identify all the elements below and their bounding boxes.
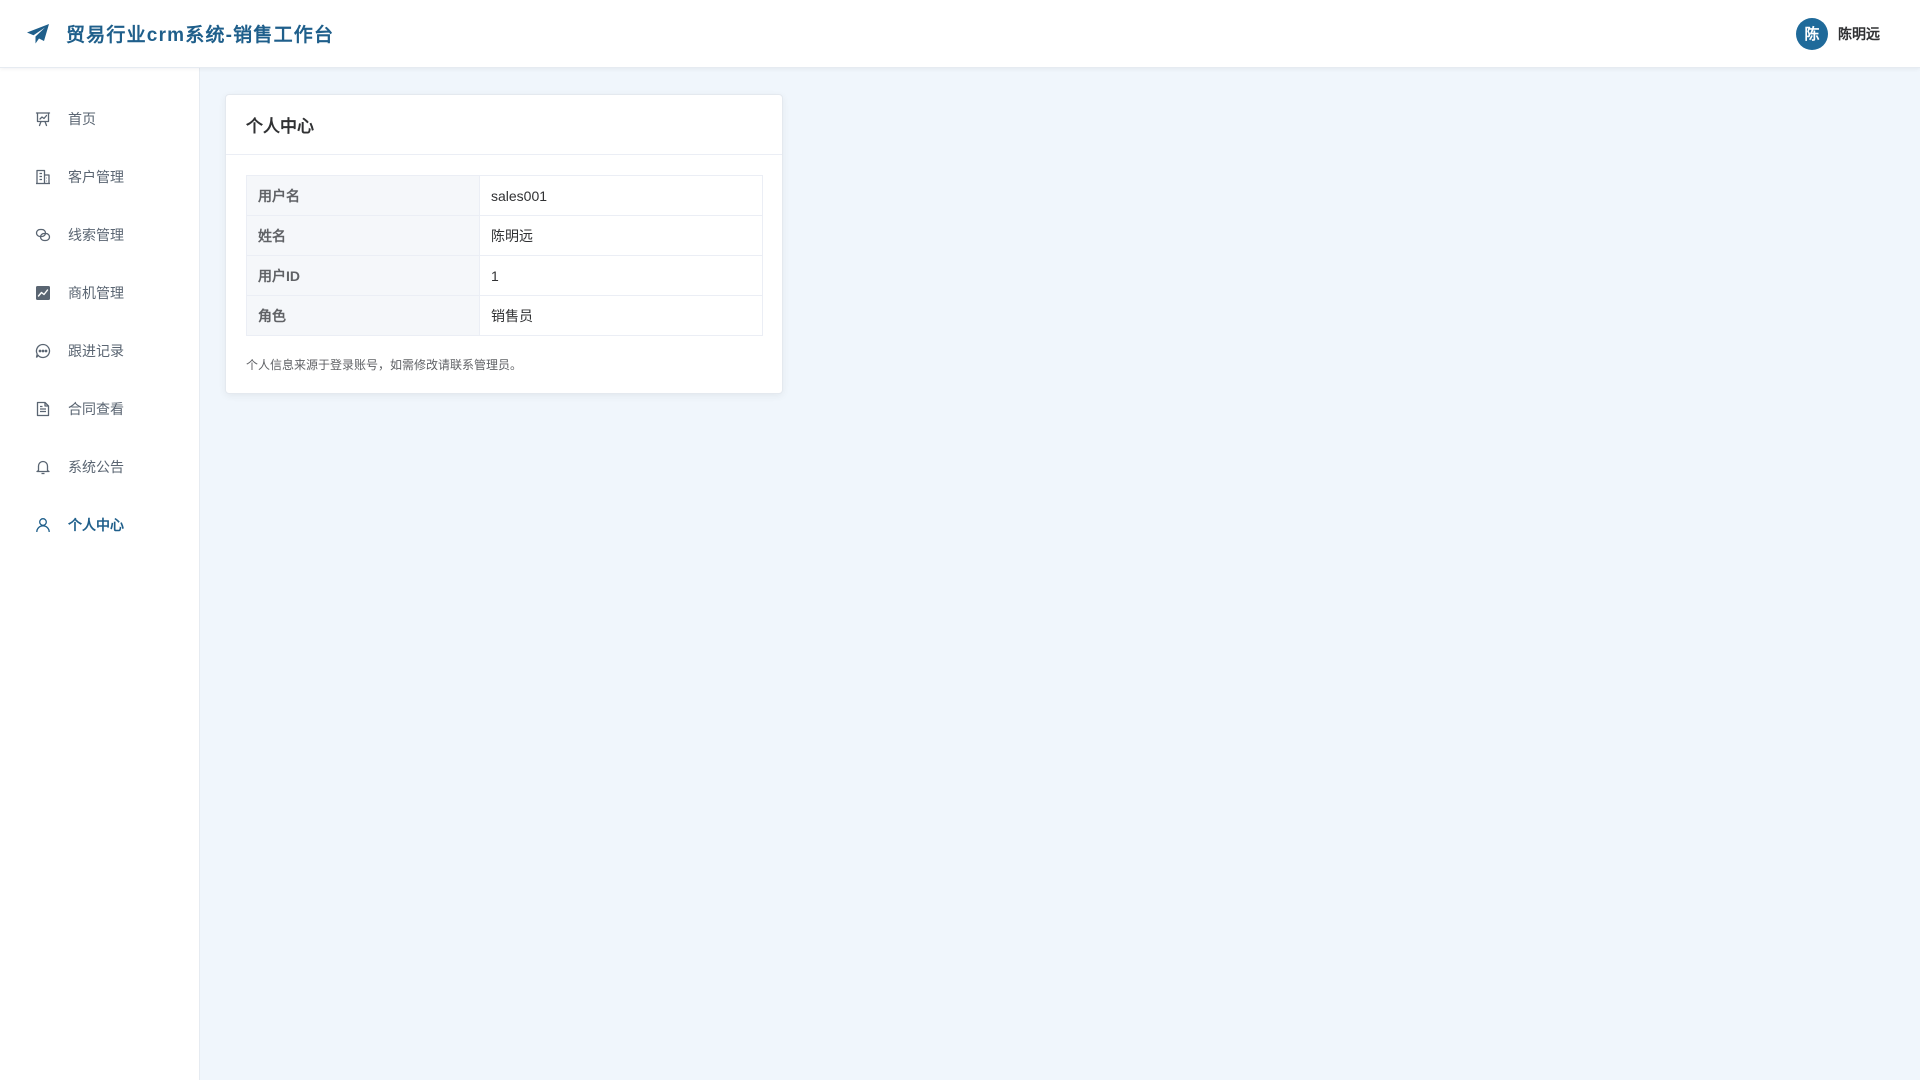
sidebar-item-label: 首页 [68,111,96,127]
card-title: 个人中心 [226,95,782,155]
user-icon [35,517,51,533]
sidebar-item-profile[interactable]: 个人中心 [0,496,199,554]
sidebar-item-label: 个人中心 [68,517,124,533]
paper-plane-icon [26,22,50,46]
table-row: 用户名 sales001 [246,175,763,216]
user-name[interactable]: 陈明远 [1838,24,1880,44]
row-value: 销售员 [479,295,763,336]
profile-table: 用户名 sales001 姓名 陈明远 用户ID 1 角色 销售员 [246,175,763,336]
sidebar-item-label: 跟进记录 [68,343,124,359]
row-label: 角色 [246,295,480,336]
avatar[interactable]: 陈 [1796,17,1828,50]
sidebar-item-followups[interactable]: 跟进记录 [0,322,199,380]
sidebar-item-leads[interactable]: 线索管理 [0,206,199,264]
row-label: 用户名 [246,175,480,216]
sidebar-item-label: 系统公告 [68,459,124,475]
document-icon [35,401,51,417]
card-body: 用户名 sales001 姓名 陈明远 用户ID 1 角色 销售员 个人信息来源… [226,155,782,393]
app-title: 贸易行业crm系统-销售工作台 [66,25,335,46]
row-value: sales001 [479,175,763,216]
sidebar-item-label: 合同查看 [68,401,124,417]
chat-icon [35,343,51,359]
main-content: 个人中心 用户名 sales001 姓名 陈明远 用户ID 1 角色 销售员 个… [225,94,783,394]
row-value: 陈明远 [479,215,763,256]
sidebar: 首页 客户管理 线索管理 商机管理 跟进记录 合同查看 系统公告 个人中心 [0,68,200,1080]
sidebar-item-contracts[interactable]: 合同查看 [0,380,199,438]
top-header: 贸易行业crm系统-销售工作台 陈 陈明远 [0,0,1920,68]
sidebar-item-home[interactable]: 首页 [0,90,199,148]
brand[interactable]: 贸易行业crm系统-销售工作台 [26,20,334,47]
row-label: 用户ID [246,255,480,296]
table-row: 角色 销售员 [246,295,763,336]
sidebar-item-label: 商机管理 [68,285,124,301]
chart-icon [35,285,51,301]
profile-card: 个人中心 用户名 sales001 姓名 陈明远 用户ID 1 角色 销售员 个… [225,94,783,394]
table-row: 姓名 陈明远 [246,215,763,256]
presentation-icon [35,111,51,127]
sidebar-item-label: 客户管理 [68,169,124,185]
info-note: 个人信息来源于登录账号，如需修改请联系管理员。 [246,358,523,372]
sidebar-item-customers[interactable]: 客户管理 [0,148,199,206]
sidebar-item-label: 线索管理 [68,227,124,243]
table-row: 用户ID 1 [246,255,763,296]
sidebar-item-opportunities[interactable]: 商机管理 [0,264,199,322]
row-value: 1 [479,255,763,296]
row-label: 姓名 [246,215,480,256]
building-icon [35,169,51,185]
user-menu[interactable]: 陈 陈明远 [1796,17,1880,50]
bell-icon [35,459,51,475]
sidebar-item-announcements[interactable]: 系统公告 [0,438,199,496]
link-icon [35,227,51,243]
